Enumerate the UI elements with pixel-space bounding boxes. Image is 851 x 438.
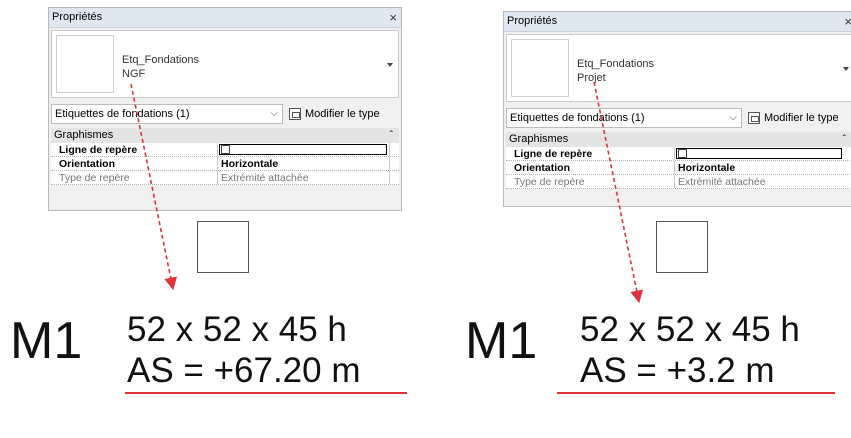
dashed-arrow-left <box>130 83 177 291</box>
dashed-arrow-right <box>593 81 643 304</box>
annotation-arrows <box>130 81 643 304</box>
